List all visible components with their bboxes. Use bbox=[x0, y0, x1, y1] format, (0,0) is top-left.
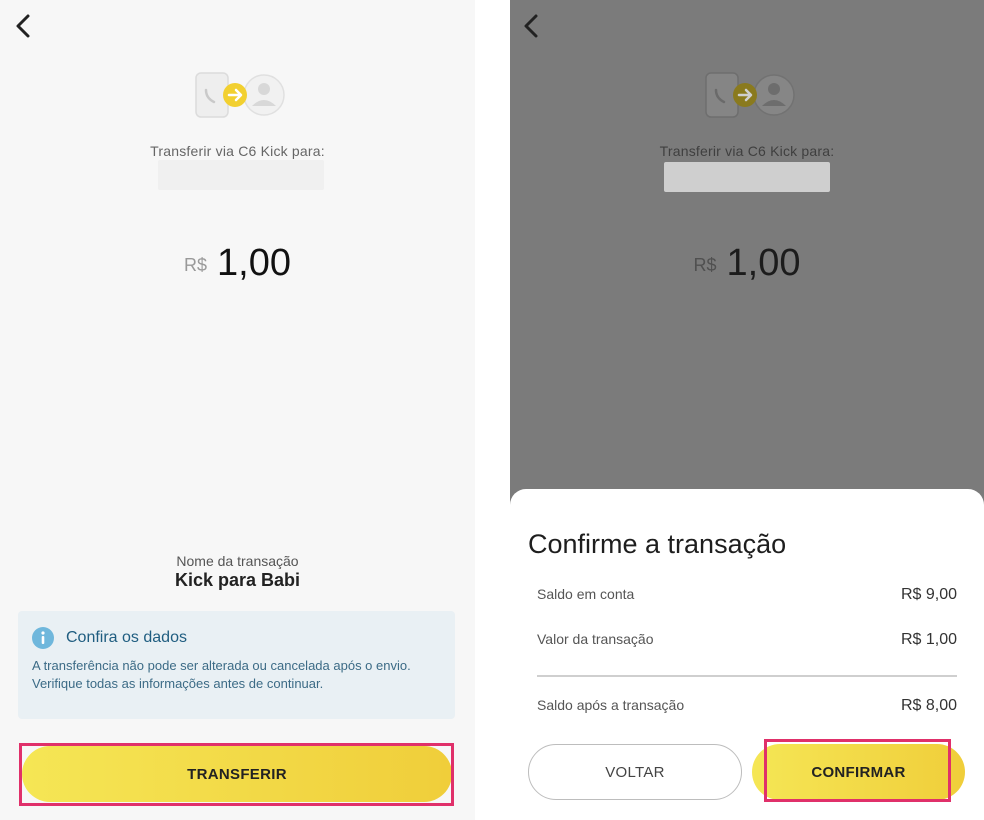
sheet-title: Confirme a transação bbox=[528, 529, 787, 559]
amount-value: 1,00 bbox=[726, 242, 801, 284]
transaction-name[interactable]: Kick para Babi bbox=[0, 570, 475, 591]
transaction-amount-row: Valor da transação R$ 1,00 bbox=[537, 631, 957, 648]
transfer-amount: R$ 1,00 bbox=[510, 242, 984, 285]
balance-row: Saldo em conta R$ 9,00 bbox=[537, 586, 957, 603]
confirm-data-notice: Confira os dados A transferência não pod… bbox=[18, 611, 455, 719]
back-chevron-icon[interactable] bbox=[520, 12, 544, 40]
divider bbox=[537, 675, 957, 677]
highlight-box bbox=[19, 743, 454, 806]
row-value: R$ 8,00 bbox=[900, 697, 957, 714]
transfer-caption: Transferir via C6 Kick para: bbox=[659, 143, 835, 159]
row-value: R$ 1,00 bbox=[900, 631, 957, 648]
balance-after-row: Saldo após a transação R$ 8,00 bbox=[537, 697, 957, 714]
row-label: Saldo após a transação bbox=[537, 697, 685, 713]
amount-value: 1,00 bbox=[217, 242, 291, 284]
highlight-box bbox=[764, 739, 951, 802]
currency-symbol: R$ bbox=[693, 255, 717, 275]
phone-to-contact-icon bbox=[192, 70, 292, 120]
row-label: Valor da transação bbox=[537, 631, 654, 647]
transfer-screen: Transferir via C6 Kick para: R$ 1,00 Nome… bbox=[0, 0, 475, 820]
recipient-name-redacted bbox=[664, 162, 830, 192]
transfer-caption: Transferir via C6 Kick para: bbox=[150, 143, 325, 159]
info-icon bbox=[32, 627, 54, 649]
back-button[interactable]: VOLTAR bbox=[528, 744, 742, 800]
recipient-name-redacted bbox=[158, 160, 324, 190]
row-label: Saldo em conta bbox=[537, 586, 635, 602]
confirm-bottom-sheet: Confirme a transação Saldo em conta R$ 9… bbox=[510, 489, 984, 820]
phone-to-contact-icon bbox=[702, 70, 802, 120]
transaction-name-label: Nome da transação bbox=[176, 553, 299, 569]
notice-title: Confira os dados bbox=[66, 629, 187, 646]
row-value: R$ 9,00 bbox=[900, 586, 957, 603]
notice-text: A transferência não pode ser alterada ou… bbox=[32, 658, 411, 691]
confirm-transaction-screen: Transferir via C6 Kick para: R$ 1,00 Conf… bbox=[510, 0, 984, 820]
transfer-amount: R$ 1,00 bbox=[0, 242, 475, 285]
back-chevron-icon[interactable] bbox=[12, 12, 36, 40]
currency-symbol: R$ bbox=[184, 255, 208, 275]
